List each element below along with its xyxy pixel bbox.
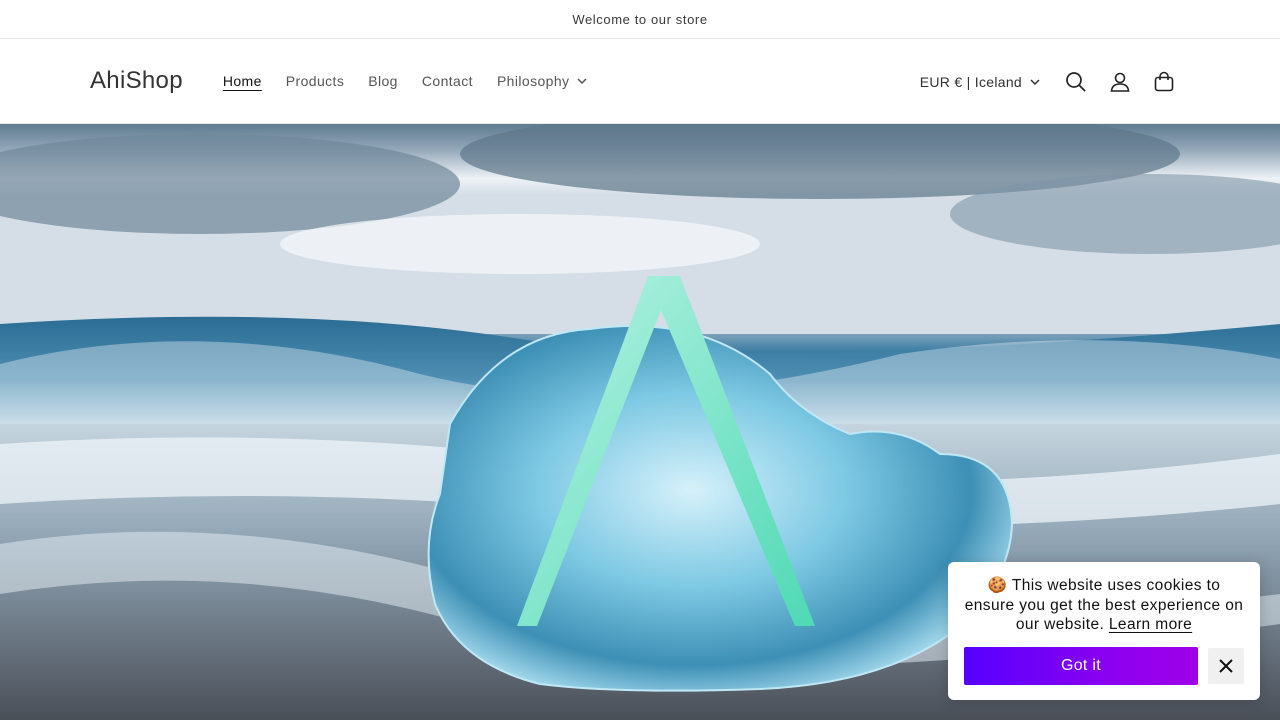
search-button[interactable] <box>1054 60 1098 104</box>
search-icon <box>1066 71 1086 92</box>
got-it-button[interactable]: Got it <box>964 646 1198 685</box>
account-icon <box>1110 72 1130 92</box>
announcement-text: Welcome to our store <box>572 11 708 27</box>
account-button[interactable] <box>1098 60 1142 104</box>
nav-contact[interactable]: Contact <box>410 73 485 89</box>
cookie-banner: 🍪 This website uses cookies to ensure yo… <box>948 562 1260 700</box>
header-actions: EUR € | Iceland <box>920 39 1186 124</box>
nav-philosophy-label: Philosophy <box>496 73 570 89</box>
nav-philosophy[interactable]: Philosophy <box>485 73 600 89</box>
main-nav: Home Products Blog Contact Philosophy <box>211 73 600 89</box>
cookie-emoji: 🍪 <box>987 577 1008 594</box>
nav-products[interactable]: Products <box>274 73 356 89</box>
store-logo[interactable]: AhiShop <box>90 67 183 95</box>
close-icon <box>1219 658 1233 673</box>
nav-home[interactable]: Home <box>211 73 274 89</box>
announcement-bar: Welcome to our store <box>0 0 1280 39</box>
cookie-text: This website uses cookies to ensure you … <box>964 577 1244 633</box>
locale-selector[interactable]: EUR € | Iceland <box>920 74 1040 90</box>
cart-icon <box>1154 71 1174 91</box>
learn-more-link[interactable]: Learn more <box>1109 616 1192 633</box>
cart-button[interactable] <box>1142 60 1186 104</box>
chevron-down-icon <box>1030 78 1040 85</box>
site-header: AhiShop Home Products Blog Contact Philo… <box>0 39 1280 124</box>
close-cookie-button[interactable] <box>1208 647 1244 684</box>
cookie-message: 🍪 This website uses cookies to ensure yo… <box>964 576 1244 635</box>
locale-label: EUR € | Iceland <box>919 73 1022 90</box>
cookie-actions: Got it <box>964 646 1244 685</box>
chevron-down-icon <box>577 78 587 85</box>
nav-blog[interactable]: Blog <box>356 73 410 89</box>
